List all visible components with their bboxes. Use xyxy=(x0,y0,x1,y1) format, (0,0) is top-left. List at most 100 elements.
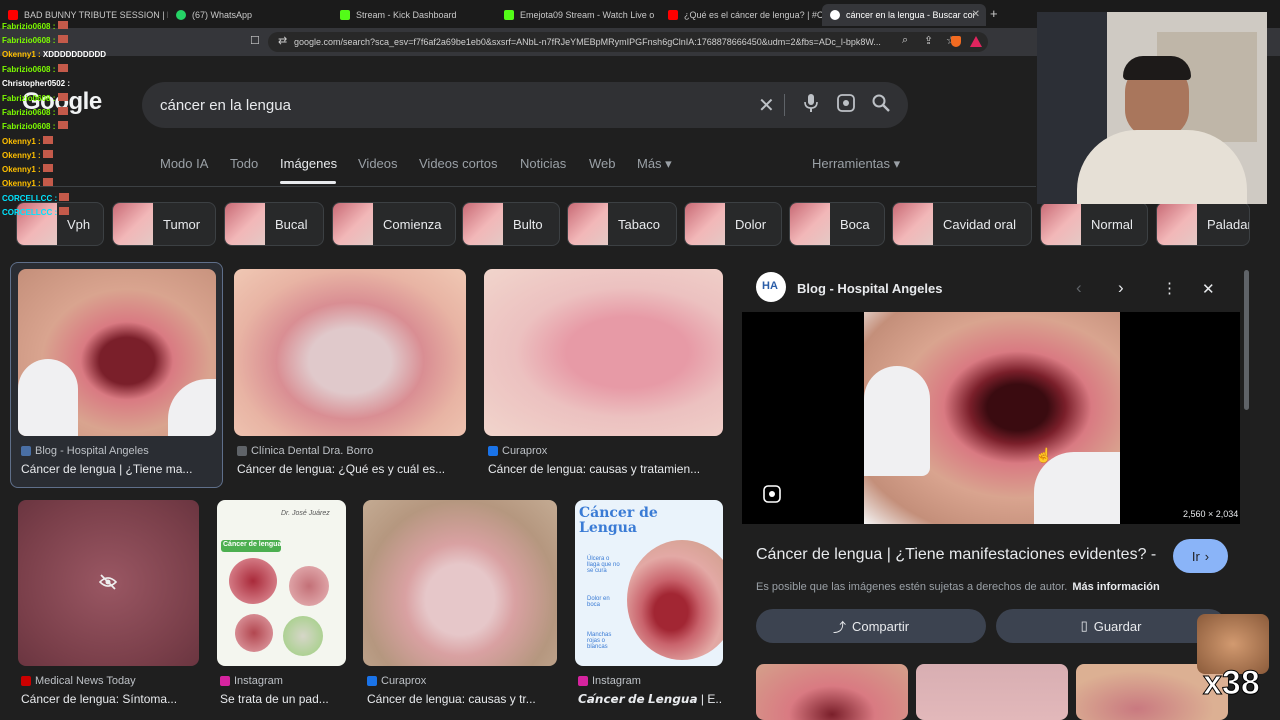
filter-chip[interactable]: Dolor xyxy=(684,202,782,246)
tab-videos[interactable]: Videos xyxy=(358,156,398,171)
emote-icon xyxy=(42,150,53,158)
close-tab-icon[interactable]: ✕ xyxy=(972,9,980,20)
result-image[interactable]: Dr. José Juárez Cáncer de lengua xyxy=(217,500,346,666)
panel-source-name[interactable]: Blog - Hospital Angeles xyxy=(797,281,942,296)
emote-icon xyxy=(57,35,68,43)
tab-short-videos[interactable]: Videos cortos xyxy=(419,156,498,171)
image-circle xyxy=(289,566,329,606)
clear-icon[interactable]: ✕ xyxy=(758,93,775,118)
related-image[interactable] xyxy=(756,664,908,720)
emote-icon xyxy=(57,64,68,72)
share-button[interactable]: ⤴ Compartir xyxy=(756,609,986,643)
image-circle xyxy=(283,616,323,656)
emote-icon xyxy=(57,107,68,115)
chip-thumbnail xyxy=(685,203,725,245)
share-icon: ⤴ xyxy=(832,619,846,635)
result-title[interactable]: Se trata de un pad... xyxy=(220,692,346,706)
streamer-webcam xyxy=(1037,12,1267,204)
result-title[interactable]: Cáncer de lengua: causas y tratamien... xyxy=(488,462,720,476)
glove-shape xyxy=(864,366,930,476)
result-title[interactable]: Cáncer de lengua | ¿Tiene ma... xyxy=(21,462,217,476)
browser-tab[interactable]: ¿Qué es el cáncer de lengua? | #Cáp xyxy=(660,4,822,26)
chat-message: Christopher0502 : xyxy=(2,79,71,88)
result-image[interactable]: Cáncer de Lengua Úlcera o llaga que no s… xyxy=(575,500,723,666)
preview-image[interactable] xyxy=(864,312,1120,524)
chat-message: Fabrizio0608 : xyxy=(2,21,68,31)
image-circle xyxy=(229,558,277,604)
chat-message: Fabrizio0608 : xyxy=(2,107,68,117)
brave-rewards-icon[interactable] xyxy=(970,36,982,47)
search-icon[interactable] xyxy=(872,94,890,117)
lens-icon[interactable] xyxy=(837,94,855,117)
microphone-icon[interactable] xyxy=(804,94,818,117)
result-source[interactable]: Curaprox xyxy=(488,445,547,457)
emote-icon xyxy=(57,93,68,101)
result-image[interactable] xyxy=(484,269,723,436)
result-source[interactable]: Blog - Hospital Angeles xyxy=(21,445,149,457)
result-title[interactable]: Cáncer de lengua: ¿Qué es y cuál es... xyxy=(237,462,467,476)
chat-message: Okenny1 : xyxy=(2,164,53,174)
tab-web[interactable]: Web xyxy=(589,156,616,171)
result-image[interactable] xyxy=(363,500,557,666)
image-dimensions: 2,560 × 2,034 xyxy=(1183,509,1239,519)
result-image[interactable] xyxy=(234,269,466,436)
chip-thumbnail xyxy=(1157,203,1197,245)
result-image-blurred[interactable] xyxy=(18,500,199,666)
chat-message: Okenny1 : xyxy=(2,136,53,146)
scrollbar[interactable] xyxy=(1244,270,1249,410)
previous-icon[interactable]: ‹ xyxy=(1076,278,1082,298)
site-favicon xyxy=(21,676,31,686)
image-title: Cáncer de Lengua xyxy=(579,505,658,536)
result-title[interactable]: 𝘾𝙖́𝙣𝙘𝙚𝙧 𝙙𝙚 𝙇𝙚𝙣𝙜𝙪𝙖 | E... xyxy=(578,692,723,706)
result-title[interactable]: Cáncer de lengua: Síntoma... xyxy=(21,692,201,706)
filter-chip[interactable]: Tabaco xyxy=(567,202,677,246)
save-button[interactable]: ▯ Guardar xyxy=(996,609,1226,643)
lens-search-icon[interactable] xyxy=(763,485,781,503)
instagram-icon xyxy=(220,676,230,686)
tab-more[interactable]: Más ▾ xyxy=(637,156,672,172)
result-source[interactable]: Clínica Dental Dra. Borro xyxy=(237,445,373,457)
filter-chip[interactable]: Bulto xyxy=(462,202,560,246)
browser-tab[interactable]: Stream - Kick Dashboard xyxy=(332,4,496,26)
divider xyxy=(784,94,785,116)
filter-chip[interactable]: Paladar xyxy=(1156,202,1250,246)
result-source[interactable]: Medical News Today xyxy=(21,675,136,687)
more-options-icon[interactable]: ⋮ xyxy=(1162,279,1177,297)
copyright-note: Es posible que las imágenes estén sujeta… xyxy=(756,581,1160,593)
panel-title[interactable]: Cáncer de lengua | ¿Tiene manifestacione… xyxy=(756,546,1166,564)
result-source[interactable]: Instagram xyxy=(578,675,641,687)
source-logo[interactable]: HA xyxy=(756,272,786,302)
chip-thumbnail xyxy=(568,203,608,245)
glove-shape xyxy=(18,359,78,436)
filter-chip[interactable]: Boca xyxy=(789,202,885,246)
site-favicon xyxy=(488,446,498,456)
image-note: Úlcera o llaga que no se cura xyxy=(587,556,620,574)
filter-chip[interactable]: Comienza xyxy=(332,202,456,246)
filter-chip[interactable]: Normal xyxy=(1040,202,1148,246)
more-info-link[interactable]: Más información xyxy=(1072,581,1159,593)
tools-button[interactable]: Herramientas ▾ xyxy=(812,156,900,172)
new-tab-button[interactable]: + xyxy=(990,6,998,21)
chat-message: Fabrizio0608 : xyxy=(2,93,68,103)
chevron-right-icon: › xyxy=(1204,548,1210,564)
result-source[interactable]: Curaprox xyxy=(367,675,426,687)
image-note: Dolor en boca xyxy=(587,596,610,608)
filter-chip[interactable]: Cavidad oral xyxy=(892,202,1032,246)
share-icon[interactable]: ⇪ xyxy=(924,34,933,47)
brave-shield-icon[interactable] xyxy=(951,36,961,47)
zoom-icon[interactable]: ⌕ xyxy=(902,34,908,47)
result-image[interactable] xyxy=(18,269,216,436)
chat-message: CORCELLCC : xyxy=(2,193,70,203)
close-icon[interactable]: ✕ xyxy=(1202,280,1215,298)
result-title[interactable]: Cáncer de lengua: causas y tr... xyxy=(367,692,557,706)
related-image[interactable] xyxy=(916,664,1068,720)
visit-button[interactable]: Ir › xyxy=(1173,539,1228,573)
bookmark-icon: ▯ xyxy=(1080,618,1088,633)
tab-news[interactable]: Noticias xyxy=(520,156,566,171)
image-mouth xyxy=(627,540,723,660)
next-icon[interactable]: › xyxy=(1118,278,1124,298)
browser-tab[interactable]: Emejota09 Stream - Watch Live o xyxy=(496,4,660,26)
browser-tab-active[interactable]: cáncer en la lengua - Buscar con ✕ xyxy=(822,4,986,26)
address-bar[interactable]: google.com/search?sca_esv=f7f6af2a69be1e… xyxy=(268,32,988,52)
result-source[interactable]: Instagram xyxy=(220,675,283,687)
